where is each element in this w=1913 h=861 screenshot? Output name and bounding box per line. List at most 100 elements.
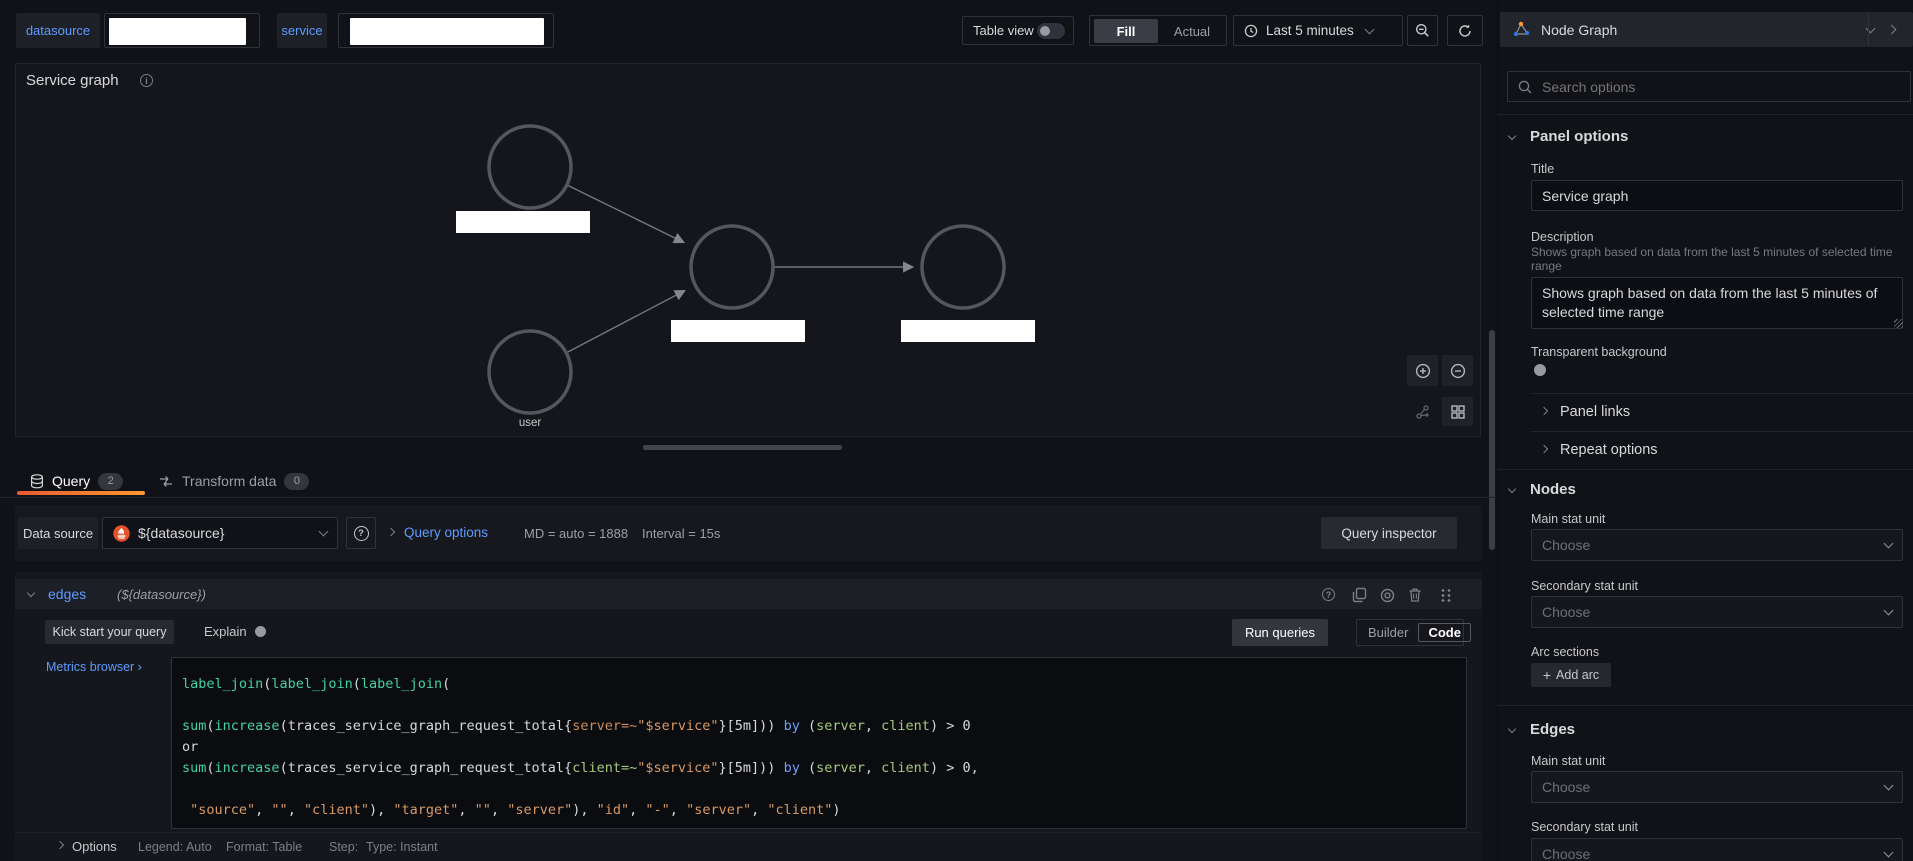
transform-icon xyxy=(160,475,172,487)
run-queries-button[interactable]: Run queries xyxy=(1232,619,1328,646)
refresh-icon xyxy=(1459,24,1471,37)
actual-button[interactable]: Actual xyxy=(1162,19,1222,43)
add-arc-button[interactable]: + Add arc xyxy=(1531,663,1611,687)
time-range-picker[interactable]: Last 5 minutes xyxy=(1233,15,1403,46)
delete-query-icon[interactable] xyxy=(1408,587,1422,603)
graph-node[interactable] xyxy=(689,224,775,310)
code-token: by xyxy=(783,718,800,734)
section-divider xyxy=(1497,469,1913,470)
panel-title-input[interactable] xyxy=(1531,180,1903,211)
redacted-node-label xyxy=(671,320,805,342)
add-arc-label: Add arc xyxy=(1556,668,1600,682)
service-variable-input[interactable] xyxy=(338,13,554,48)
datasource-variable-label: datasource xyxy=(16,13,100,48)
graph-node-label: user xyxy=(519,417,542,429)
plus-circle-icon xyxy=(1415,363,1430,378)
magnifier-minus-icon xyxy=(1416,24,1429,37)
graph-node[interactable] xyxy=(920,224,1006,310)
minus-circle-icon xyxy=(1450,363,1465,378)
section-divider xyxy=(1497,705,1913,706)
table-view-control[interactable]: Table view xyxy=(962,16,1074,45)
fill-button[interactable]: Fill xyxy=(1094,19,1158,43)
code-token: server xyxy=(816,718,865,734)
code-token: increase xyxy=(214,760,280,776)
code-token: , xyxy=(864,760,882,776)
search-options-input[interactable] xyxy=(1540,77,1874,96)
graph-zoom-out-button[interactable] xyxy=(1442,355,1473,386)
data-source-help-button[interactable]: ? xyxy=(346,517,376,549)
graph-edge[interactable] xyxy=(565,289,686,354)
options-label[interactable]: Options xyxy=(72,839,117,854)
edges-section-header[interactable]: Edges xyxy=(1530,721,1575,738)
footer-step: Step: xyxy=(329,840,359,854)
search-options-box[interactable] xyxy=(1507,71,1911,102)
chevron-down-icon xyxy=(1883,605,1894,616)
splitter-handle[interactable] xyxy=(643,445,842,450)
promql-code-editor[interactable]: label_join(label_join(label_join( sum(in… xyxy=(171,657,1467,829)
code-mode-button[interactable]: Code xyxy=(1418,623,1471,642)
service-graph-canvas[interactable]: user xyxy=(16,88,1480,436)
code-token: , xyxy=(255,802,272,818)
query-inspector-button[interactable]: Query inspector xyxy=(1321,517,1457,549)
edges-secondary-stat-select[interactable]: Choose xyxy=(1531,838,1903,861)
code-token: "target" xyxy=(393,802,459,818)
kick-start-query-button[interactable]: Kick start your query xyxy=(45,620,174,644)
builder-mode-button[interactable]: Builder xyxy=(1357,625,1408,640)
code-token: } xyxy=(718,718,727,734)
redacted-service-value xyxy=(350,18,544,45)
data-source-picker[interactable]: ${datasource} xyxy=(102,517,338,549)
title-field-label: Title xyxy=(1531,162,1555,176)
tab-query-count: 2 xyxy=(98,472,124,490)
metrics-browser-link[interactable]: Metrics browser › xyxy=(46,660,142,674)
nodes-main-stat-select[interactable]: Choose xyxy=(1531,529,1903,561)
table-view-toggle[interactable] xyxy=(1037,22,1065,39)
code-token: ( xyxy=(206,718,215,734)
repeat-options-header[interactable]: Repeat options xyxy=(1560,442,1658,458)
redacted-node-label xyxy=(901,320,1035,342)
query-options-link[interactable]: Query options xyxy=(404,525,488,540)
nodes-secondary-stat-label: Secondary stat unit xyxy=(1531,579,1639,593)
vertical-scrollbar[interactable] xyxy=(1489,330,1495,550)
refresh-button[interactable] xyxy=(1447,15,1483,46)
code-token: increase xyxy=(214,718,280,734)
code-token: label_join xyxy=(182,676,264,692)
query-help-icon[interactable]: ? xyxy=(1322,588,1335,601)
graph-grid-view-button[interactable] xyxy=(1442,397,1473,426)
prometheus-icon xyxy=(113,524,130,542)
disable-query-icon[interactable] xyxy=(1380,588,1395,603)
query-md-info: MD = auto = 1888 xyxy=(524,526,629,541)
edges-main-stat-select[interactable]: Choose xyxy=(1531,771,1903,803)
viz-picker-header[interactable]: Node Graph xyxy=(1500,12,1913,47)
panel-description-textarea[interactable]: Shows graph based on data from the last … xyxy=(1531,277,1903,329)
tab-transform[interactable]: Transform data 0 xyxy=(158,466,310,496)
code-token: "id" xyxy=(596,802,630,818)
drag-query-handle-icon[interactable] xyxy=(1440,588,1451,602)
tab-query-active-underline xyxy=(17,491,145,495)
textarea-resize-handle[interactable] xyxy=(1894,319,1903,328)
query-name[interactable]: edges xyxy=(48,586,86,602)
query-header-row[interactable] xyxy=(15,579,1482,609)
chevron-down-icon xyxy=(1883,538,1894,549)
collapse-sidebar-icon[interactable] xyxy=(1886,24,1897,35)
graph-node[interactable] xyxy=(487,124,573,210)
code-token: , xyxy=(287,802,304,818)
graph-zoom-in-button[interactable] xyxy=(1407,355,1438,386)
datasource-variable-select[interactable] xyxy=(104,13,260,48)
graph-node[interactable] xyxy=(487,329,573,415)
panel-links-header[interactable]: Panel links xyxy=(1560,404,1630,420)
panel-title[interactable]: Service graph xyxy=(26,72,119,89)
database-icon xyxy=(30,473,44,488)
time-zoom-out-button[interactable] xyxy=(1407,15,1438,46)
select-value: Choose xyxy=(1542,846,1591,861)
nodes-main-stat-label: Main stat unit xyxy=(1531,512,1606,526)
code-token: label_join xyxy=(271,676,353,692)
nodes-secondary-stat-select[interactable]: Choose xyxy=(1531,596,1903,628)
panel-options-header[interactable]: Panel options xyxy=(1530,128,1628,145)
code-token: )) xyxy=(759,760,776,776)
graph-layout-button[interactable] xyxy=(1407,397,1438,426)
nodes-section-header[interactable]: Nodes xyxy=(1530,481,1576,498)
copy-query-icon[interactable] xyxy=(1352,587,1367,603)
tab-transform-label: Transform data xyxy=(182,473,277,489)
code-token: "" xyxy=(474,802,491,818)
code-token: ( xyxy=(206,760,215,776)
